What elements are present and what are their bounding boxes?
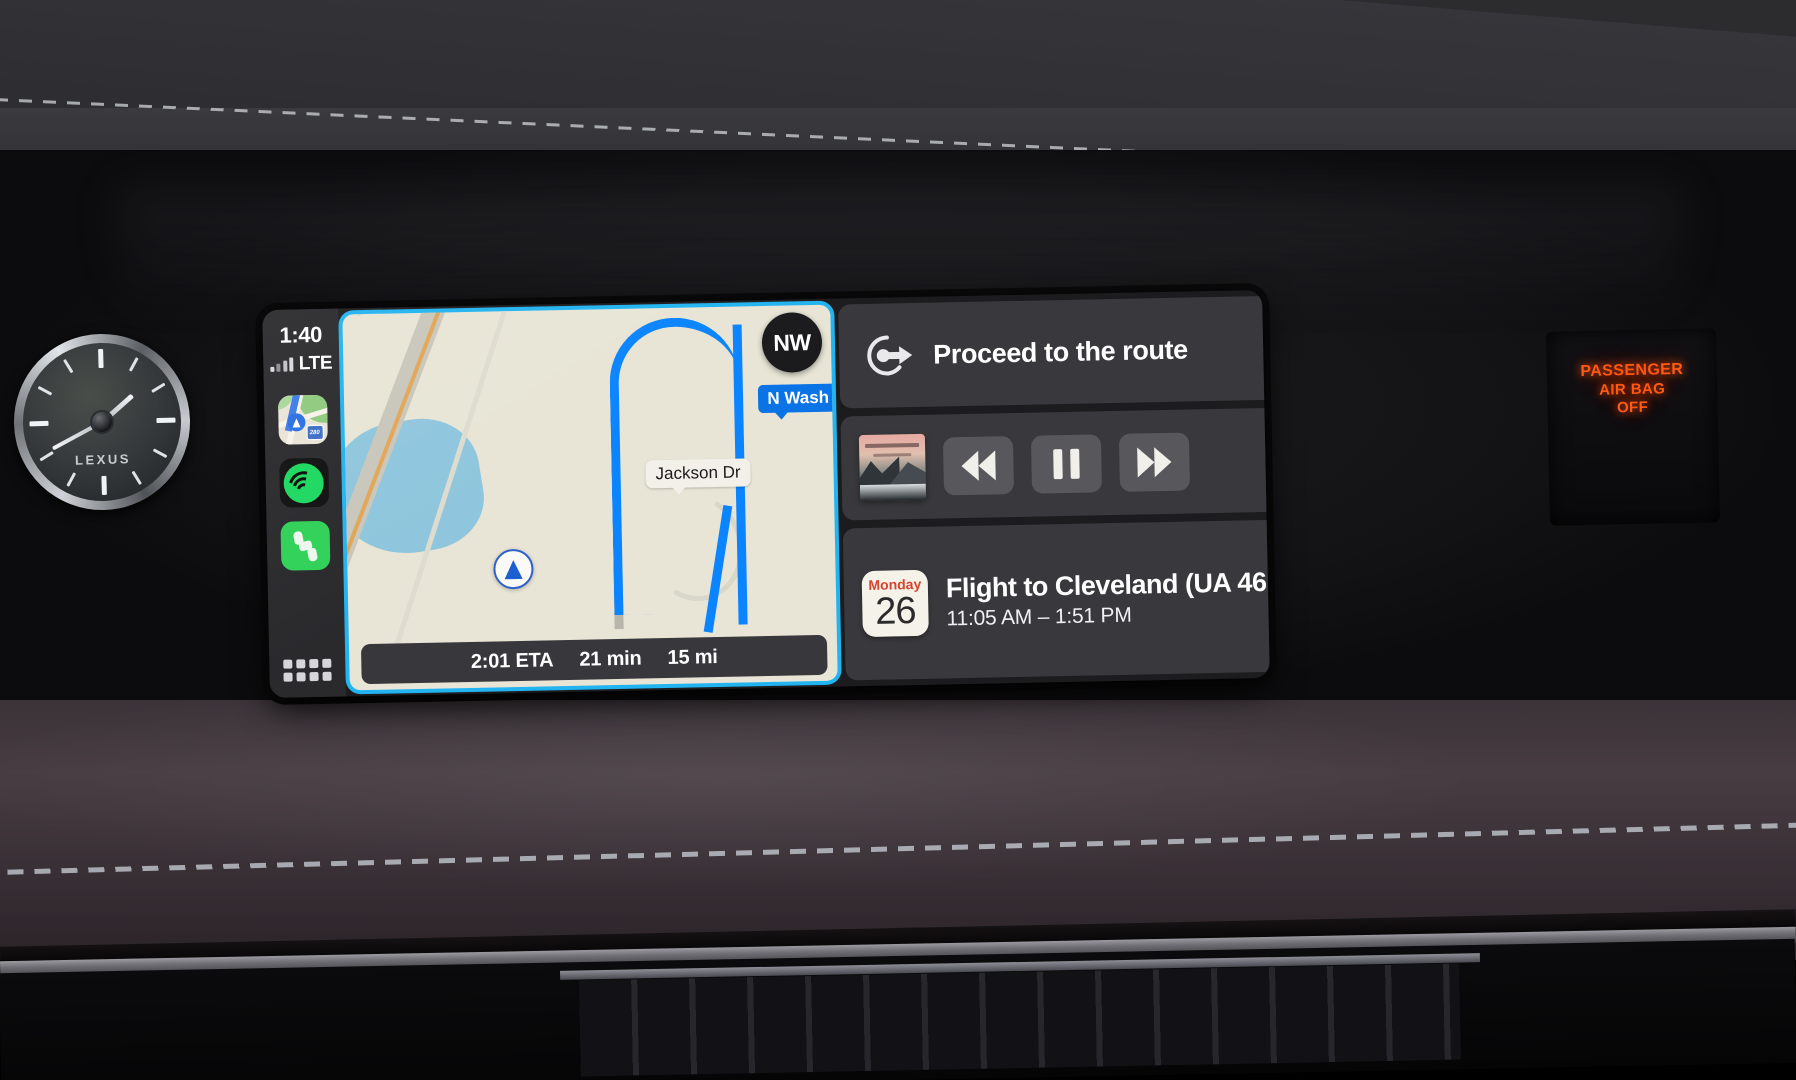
airbag-line-2: AIR BAG	[1598, 380, 1666, 399]
grid-dot	[296, 659, 306, 669]
pause-icon-bar-1	[1053, 449, 1063, 480]
clock-tick-12	[97, 348, 104, 369]
proceed-to-route-icon	[861, 329, 914, 382]
airbag-text-block: PASSENGER AIR BAG OFF	[1580, 361, 1684, 417]
air-vent-slats[interactable]	[579, 963, 1461, 1077]
calendar-event-title: Flight to Cleveland (UA 46…	[945, 566, 1270, 604]
clock-brand-label: LEXUS	[74, 451, 132, 468]
grid-dot	[309, 672, 319, 682]
carplay-dashboard-cards: Proceed to the route Monday 26 Flight to…	[830, 290, 1270, 687]
album-sea	[859, 483, 927, 502]
status-signal-row: LTE	[270, 352, 333, 375]
clock-tick-3	[155, 417, 176, 424]
carrier-label: LTE	[298, 352, 333, 375]
map-pane[interactable]: NW N Wash Jackson Dr 2:01 ETA 21 min 15 …	[338, 299, 838, 697]
status-time: 1:40	[279, 321, 323, 348]
forward-icon-tri-2	[1154, 446, 1172, 478]
carplay-sidebar: 1:40 LTE 280	[262, 308, 346, 698]
grid-dot	[296, 672, 306, 682]
phone-icon-body	[298, 539, 313, 552]
maps-highway-shield-icon: 280	[306, 424, 324, 441]
rewind-icon-tri-2	[978, 450, 996, 481]
rewind-icon-tri-1	[961, 450, 979, 482]
calendar-icon: Monday 26	[861, 569, 929, 638]
eta-bar[interactable]: 2:01 ETA 21 min 15 mi	[360, 634, 828, 685]
pause-button[interactable]	[1030, 434, 1103, 494]
eta-distance: 15 mi	[667, 645, 718, 669]
grid-dot	[322, 658, 332, 668]
clock-tick-1	[128, 357, 139, 372]
grid-dot	[309, 659, 319, 669]
forward-icon-tri-1	[1137, 447, 1155, 478]
apple-maps-view[interactable]: NW N Wash Jackson Dr 2:01 ETA 21 min 15 …	[342, 304, 838, 691]
album-artwork[interactable]	[858, 433, 927, 502]
sidebar-item-spotify[interactable]	[278, 457, 329, 508]
clock-tick-10	[37, 385, 52, 396]
signal-bar-1	[270, 366, 275, 372]
passenger-airbag-indicator: PASSENGER AIR BAG OFF	[1545, 328, 1721, 526]
current-location-arrow-icon	[493, 548, 534, 590]
navigation-instruction-card[interactable]: Proceed to the route	[838, 295, 1270, 409]
album-subtitle-line	[873, 453, 912, 457]
rewind-button[interactable]	[942, 436, 1015, 496]
calendar-event-details: Flight to Cleveland (UA 46… 11:05 AM – 1…	[946, 566, 1270, 631]
album-title-line	[865, 442, 920, 449]
carplay-screen[interactable]: 1:40 LTE 280 NW N Wash Jackson Dr 2:01 E…	[262, 290, 1270, 698]
fast-forward-button[interactable]	[1118, 432, 1191, 492]
spotify-icon	[283, 462, 325, 504]
clock-tick-11	[62, 358, 73, 374]
dash-sheen	[120, 190, 1680, 310]
analog-clock: LEXUS	[11, 331, 193, 513]
signal-strength-icon	[270, 357, 294, 372]
eta-duration: 21 min	[579, 647, 642, 671]
grid-dot	[283, 659, 293, 669]
phone-icon	[288, 529, 321, 562]
grid-dot	[283, 672, 293, 682]
signal-bar-4	[289, 357, 294, 372]
navigation-instruction-text: Proceed to the route	[932, 334, 1189, 370]
car-dashboard-scene: LEXUS PASSENGER AIR BAG OFF 1:40 LTE 280…	[0, 0, 1796, 1080]
calendar-day-number: 26	[874, 590, 916, 633]
grid-dot	[322, 671, 332, 681]
now-playing-card[interactable]	[840, 407, 1270, 521]
signal-bar-2	[276, 363, 281, 372]
side-street-label: Jackson Dr	[645, 458, 751, 489]
clock-tick-6	[100, 475, 107, 496]
maps-arrow-icon	[286, 413, 306, 432]
clock-tick-9	[28, 420, 49, 427]
signal-bar-3	[283, 360, 288, 372]
app-grid-icon[interactable]	[283, 658, 332, 682]
airbag-line-3: OFF	[1616, 398, 1649, 416]
sidebar-app-list: 280	[277, 394, 330, 571]
sidebar-item-maps[interactable]: 280	[277, 394, 328, 445]
calendar-event-card[interactable]: Monday 26 Flight to Cleveland (UA 46… 11…	[842, 519, 1270, 681]
calendar-event-time: 11:05 AM – 1:51 PM	[946, 603, 1132, 631]
eta-arrival-time: 2:01 ETA	[470, 648, 554, 673]
route-street-label: N Wash	[758, 383, 838, 414]
pause-icon-bar-2	[1070, 448, 1080, 479]
clock-hub	[91, 411, 113, 433]
clock-tick-7	[65, 472, 76, 487]
clock-tick-2	[150, 382, 166, 393]
clock-tick-5	[131, 470, 142, 486]
airbag-line-1: PASSENGER	[1580, 360, 1684, 381]
sidebar-item-phone[interactable]	[279, 520, 330, 571]
compass-badge[interactable]: NW	[761, 311, 823, 374]
